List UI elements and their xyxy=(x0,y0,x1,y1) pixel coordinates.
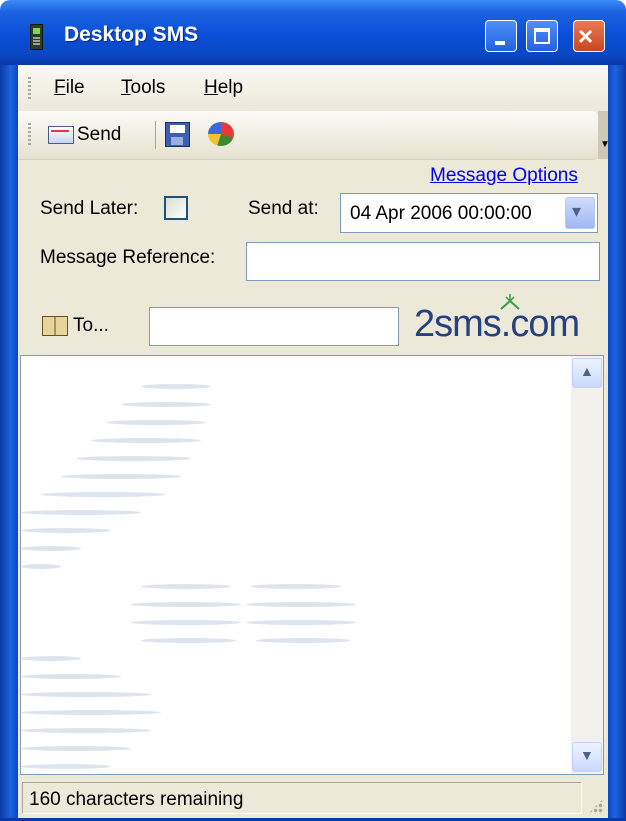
save-icon[interactable] xyxy=(165,122,190,147)
send-at-value: 04 Apr 2006 00:00:00 xyxy=(350,203,532,224)
send-later-checkbox[interactable] xyxy=(164,196,188,220)
window-title: Desktop SMS xyxy=(64,23,199,46)
chart-icon[interactable] xyxy=(208,122,234,146)
scroll-up-button[interactable]: ▲ xyxy=(572,358,602,388)
status-panel: 160 characters remaining xyxy=(22,782,582,814)
date-dropdown-button[interactable]: ▾ xyxy=(565,197,595,229)
message-body-textarea[interactable]: ▲ ▼ xyxy=(20,355,604,775)
logo-text: 2sms.com xyxy=(414,303,580,345)
maximize-icon xyxy=(534,28,550,44)
app-window: Desktop SMS × File Tools Help Send ▼ Mes… xyxy=(0,0,626,821)
send-icon xyxy=(48,126,74,144)
send-label: Send xyxy=(77,124,122,145)
message-reference-label: Message Reference: xyxy=(40,247,216,268)
maximize-button[interactable] xyxy=(526,20,558,52)
chevron-down-icon: ▾ xyxy=(572,201,582,221)
send-at-datepicker[interactable]: 04 Apr 2006 00:00:00 ▾ xyxy=(340,193,598,233)
address-book-icon xyxy=(42,316,68,336)
window-frame-left xyxy=(0,65,18,821)
chevron-down-icon: ▼ xyxy=(600,139,610,150)
phone-icon xyxy=(30,24,43,50)
status-bar: 160 characters remaining xyxy=(18,778,608,818)
minimize-icon xyxy=(495,41,505,45)
send-later-label: Send Later: xyxy=(40,198,139,219)
characters-remaining-text: 160 characters remaining xyxy=(29,789,244,810)
toolbar-overflow-button[interactable]: ▼ xyxy=(598,111,610,159)
to-label: To... xyxy=(73,315,109,336)
menu-help[interactable]: Help xyxy=(204,77,243,99)
title-bar[interactable]: Desktop SMS × xyxy=(0,0,626,65)
scroll-down-button[interactable]: ▼ xyxy=(572,742,602,772)
resize-grip[interactable] xyxy=(588,798,604,814)
menu-grip[interactable] xyxy=(28,77,31,101)
minimize-button[interactable] xyxy=(485,20,517,52)
menu-file[interactable]: File xyxy=(54,77,85,99)
send-at-label: Send at: xyxy=(248,198,319,219)
brand-logo: 2sms.com xyxy=(414,287,604,347)
client-area: File Tools Help Send ▼ Message Options S… xyxy=(18,65,610,818)
to-input[interactable] xyxy=(149,307,399,346)
send-button[interactable]: Send xyxy=(48,121,121,149)
toolbar-separator xyxy=(155,121,156,149)
close-icon: × xyxy=(578,21,594,51)
close-button[interactable]: × xyxy=(573,20,605,52)
chevron-up-icon: ▲ xyxy=(580,363,594,379)
window-frame-right xyxy=(608,65,626,821)
menu-tools[interactable]: Tools xyxy=(121,77,165,99)
toolbar: Send xyxy=(18,111,598,160)
toolbar-grip[interactable] xyxy=(28,123,31,147)
to-button[interactable]: To... xyxy=(42,315,109,337)
menu-bar: File Tools Help xyxy=(18,65,608,111)
chevron-down-icon: ▼ xyxy=(580,747,594,763)
vertical-scrollbar[interactable]: ▲ ▼ xyxy=(571,356,603,774)
message-reference-input[interactable] xyxy=(246,242,600,281)
message-options-link[interactable]: Message Options xyxy=(430,165,578,187)
